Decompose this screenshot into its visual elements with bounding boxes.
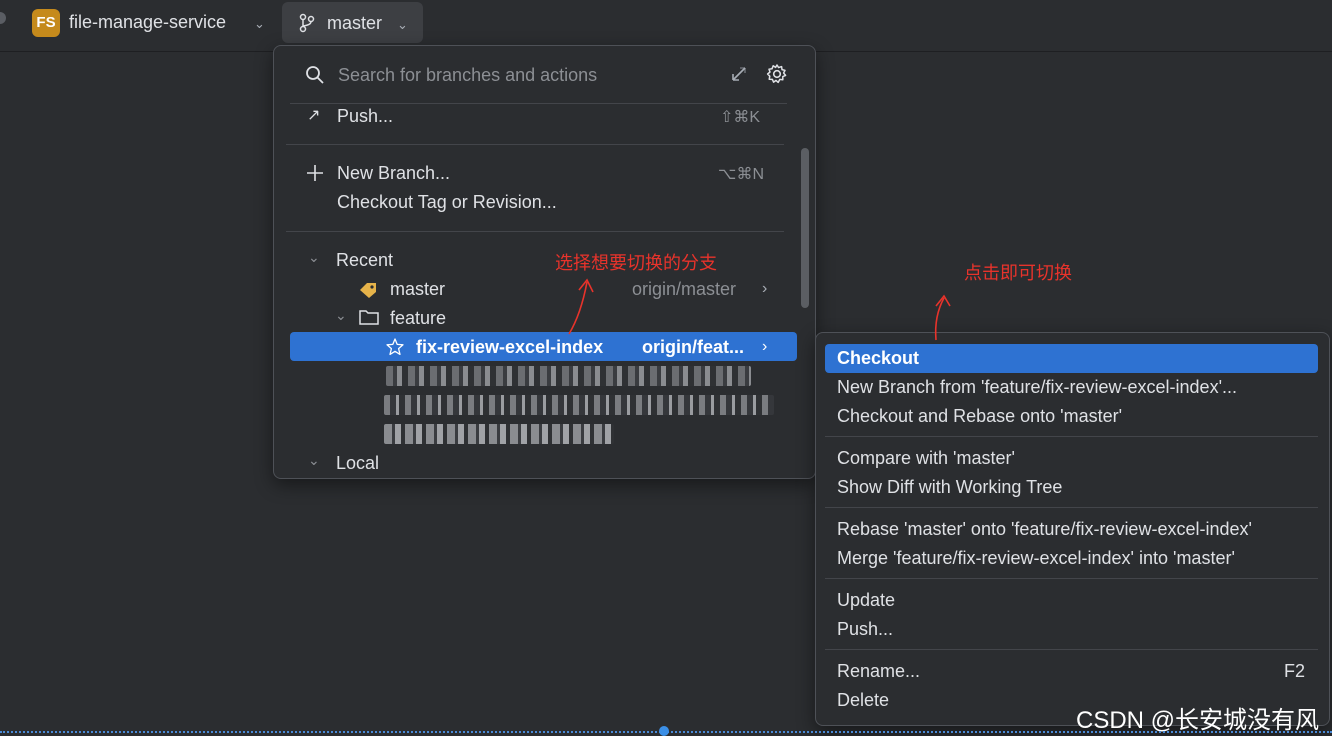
branch-search-row: [274, 46, 815, 104]
project-badge[interactable]: FS: [32, 9, 60, 37]
tag-icon: [360, 283, 376, 298]
menu-item-delete[interactable]: Delete: [837, 690, 889, 711]
divider: [825, 507, 1318, 508]
divider: [825, 436, 1318, 437]
chevron-down-icon[interactable]: ⌄: [335, 307, 347, 324]
menu-item-checkout[interactable]: Checkout: [837, 348, 919, 369]
folder-feature[interactable]: feature: [390, 308, 446, 329]
action-new-branch[interactable]: New Branch...: [337, 163, 450, 184]
action-new-branch-shortcut: ⌥⌘N: [718, 166, 764, 183]
annotation-click-to-switch: 点击即可切换: [964, 263, 1072, 283]
resize-handle[interactable]: [659, 726, 669, 736]
branch-widget-button[interactable]: master ⌄: [282, 2, 423, 43]
branch-selected-remote: origin/feat...: [642, 337, 745, 357]
branch-search-input[interactable]: [338, 62, 718, 88]
action-push-shortcut: ⇧⌘K: [720, 109, 761, 126]
menu-item-compare[interactable]: Compare with 'master': [837, 448, 1015, 469]
redacted-branch-row: [386, 366, 751, 386]
search-icon: [306, 66, 324, 84]
menu-item-push[interactable]: Push...: [837, 619, 893, 640]
push-icon: ↗: [307, 107, 321, 124]
project-name[interactable]: file-manage-service: [69, 12, 226, 33]
annotation-arrow: [934, 294, 951, 341]
gear-icon[interactable]: [766, 63, 788, 85]
chevron-down-icon[interactable]: ⌄: [308, 452, 320, 469]
divider: [290, 103, 787, 104]
star-icon[interactable]: [386, 338, 404, 356]
chevron-down-icon[interactable]: ⌄: [254, 16, 265, 32]
divider: [286, 231, 784, 232]
menu-item-update[interactable]: Update: [837, 590, 895, 611]
chevron-down-icon: ⌄: [397, 17, 408, 32]
menu-item-rebase[interactable]: Rebase 'master' onto 'feature/fix-review…: [837, 519, 1252, 540]
watermark: CSDN @长安城没有风: [1076, 707, 1320, 734]
redacted-branch-row: [384, 395, 774, 415]
redacted-branch-row: [384, 424, 614, 444]
scrollbar[interactable]: [801, 148, 809, 308]
branch-selected-label: fix-review-excel-index: [416, 337, 604, 357]
divider: [286, 144, 784, 145]
branch-master-remote: origin/master: [632, 279, 737, 299]
branch-master[interactable]: master: [390, 279, 445, 300]
branch-actions-submenu: Checkout New Branch from 'feature/fix-re…: [815, 332, 1330, 726]
collapse-icon[interactable]: [730, 65, 748, 83]
recent-header[interactable]: Recent: [336, 250, 393, 271]
branch-widget-label: master: [327, 13, 383, 33]
action-push[interactable]: Push...: [337, 106, 393, 127]
plus-icon: [307, 165, 323, 181]
menu-item-show-diff[interactable]: Show Diff with Working Tree: [837, 477, 1062, 498]
action-checkout-tag[interactable]: Checkout Tag or Revision...: [337, 192, 557, 213]
chevron-down-icon[interactable]: ⌄: [308, 249, 320, 266]
menu-item-rename-shortcut: F2: [1284, 661, 1306, 681]
local-header[interactable]: Local: [336, 453, 379, 474]
chevron-right-icon[interactable]: ›: [762, 280, 767, 298]
divider: [825, 578, 1318, 579]
menu-item-checkout-rebase[interactable]: Checkout and Rebase onto 'master': [837, 406, 1122, 427]
annotation-arrow: [568, 278, 594, 335]
chevron-right-icon[interactable]: ›: [762, 338, 767, 356]
branch-icon: [299, 13, 315, 33]
menu-item-merge[interactable]: Merge 'feature/fix-review-excel-index' i…: [837, 548, 1235, 569]
menu-item-new-branch-from[interactable]: New Branch from 'feature/fix-review-exce…: [837, 377, 1237, 398]
menu-item-rename[interactable]: Rename...: [837, 661, 920, 682]
annotation-select-branch: 选择想要切换的分支: [555, 253, 717, 273]
divider: [825, 649, 1318, 650]
folder-icon: [359, 310, 379, 325]
window-control-dot[interactable]: [0, 12, 6, 24]
branches-popup: ↗ Push... ⇧⌘K New Branch... ⌥⌘N Checkout…: [273, 45, 816, 479]
